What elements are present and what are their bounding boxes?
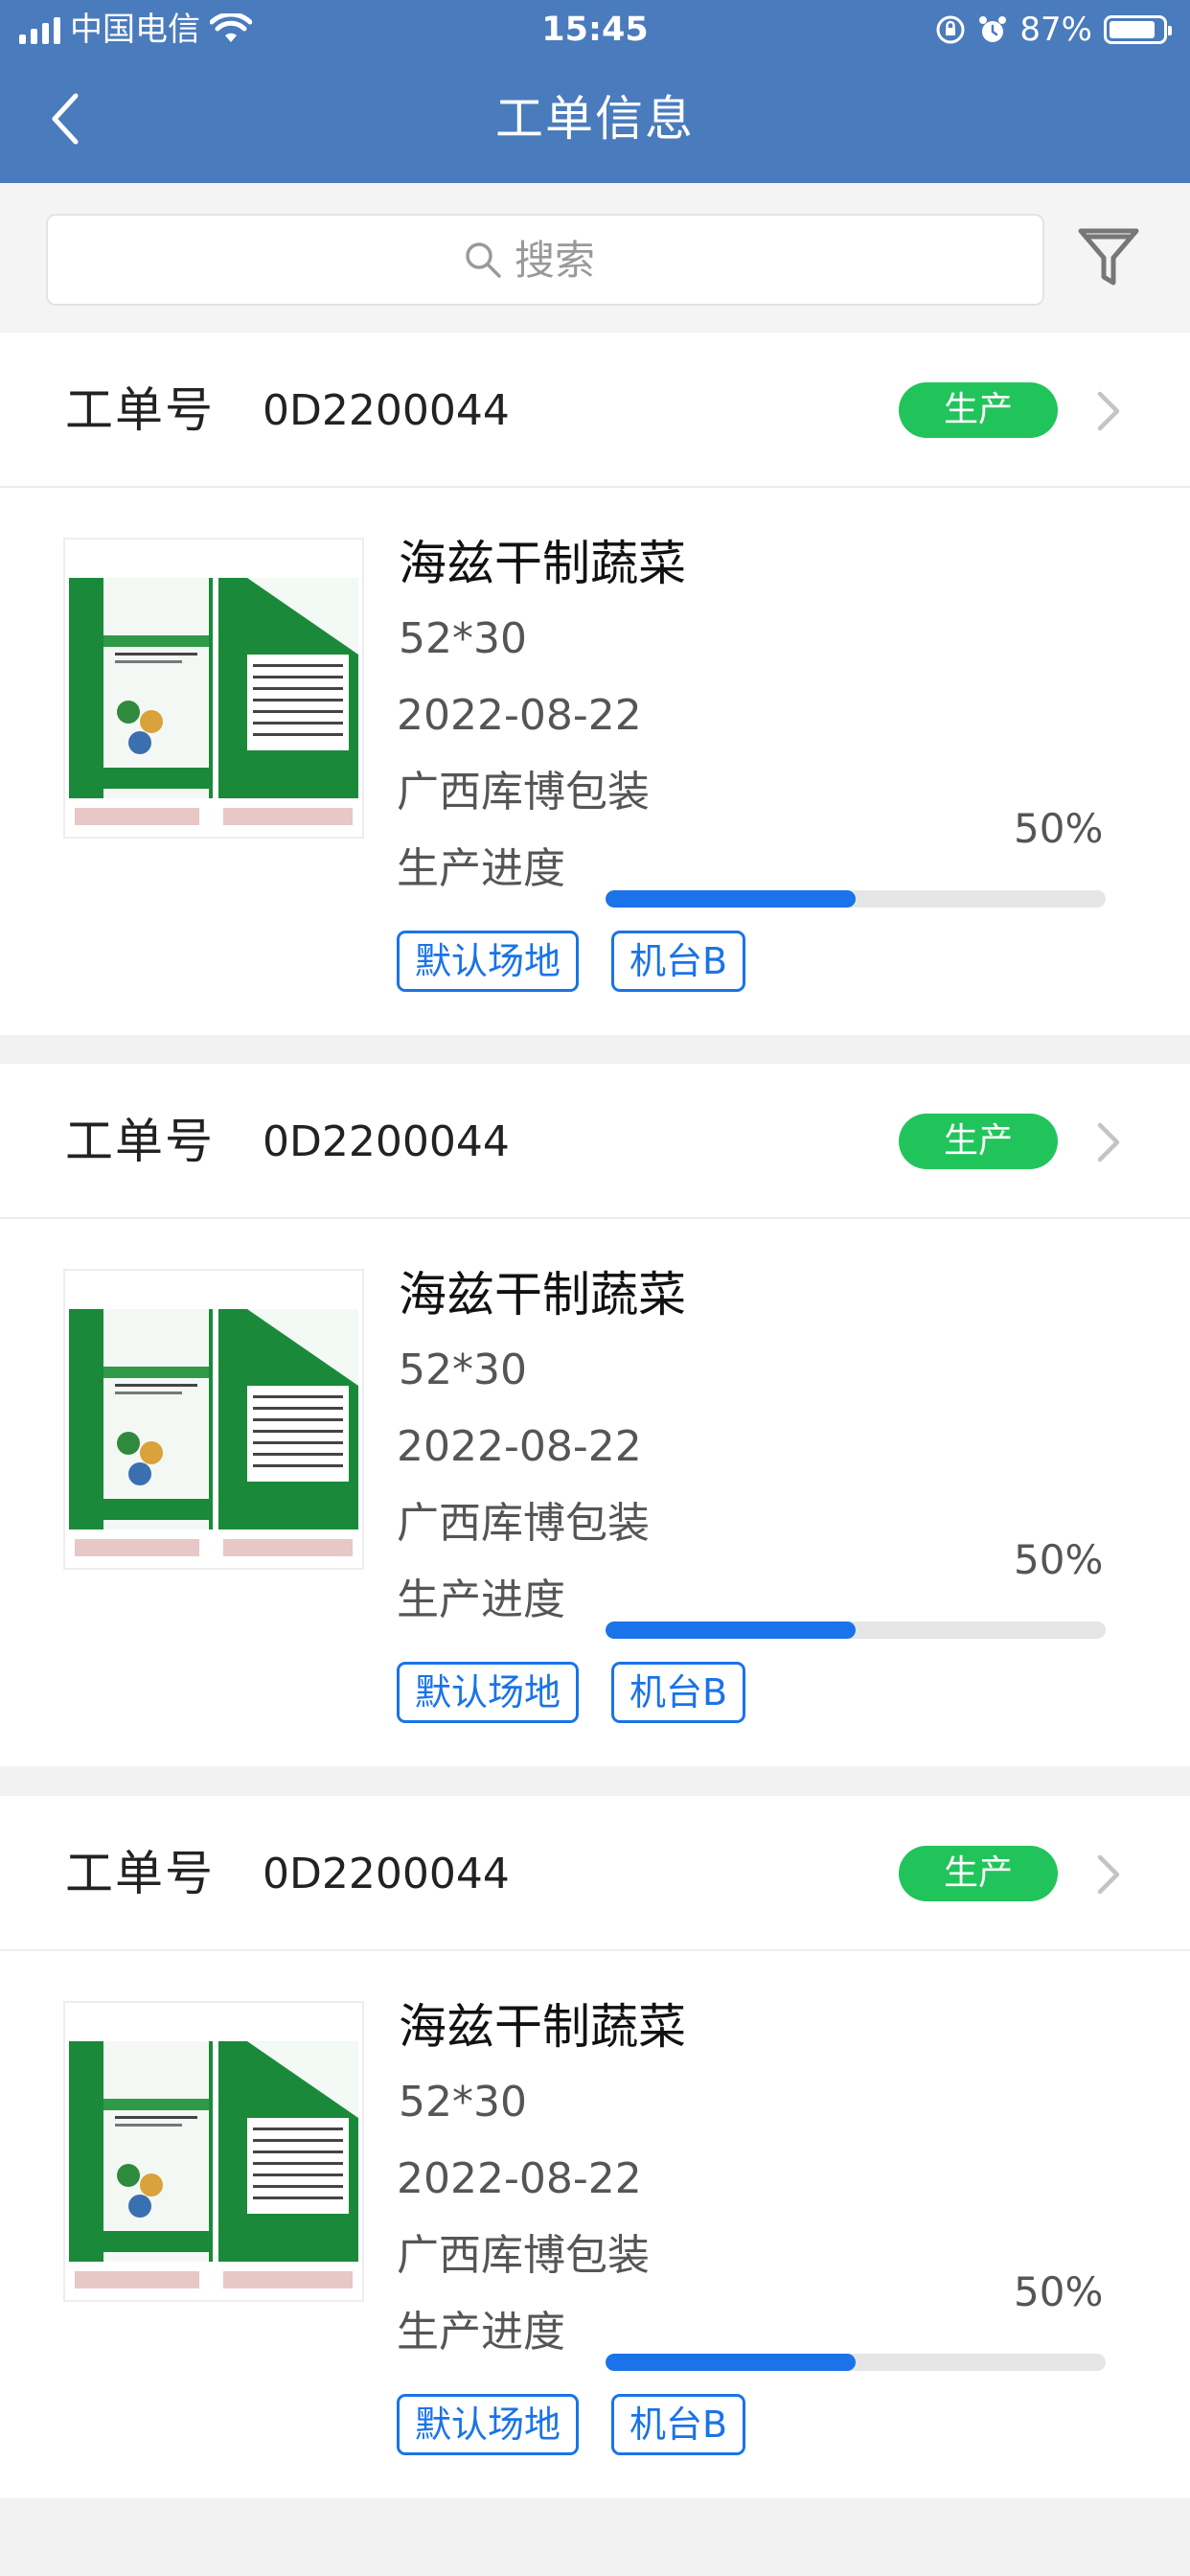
progress-bar-fill bbox=[606, 1622, 856, 1639]
tag-site[interactable]: 默认场地 bbox=[397, 1662, 580, 1723]
product-package-image bbox=[65, 2003, 362, 2300]
product-image[interactable] bbox=[63, 538, 364, 839]
battery-icon bbox=[1104, 15, 1172, 44]
product-name: 海兹干制蔬菜 bbox=[399, 536, 686, 591]
nav-bar: 工单信息 bbox=[0, 59, 1190, 183]
progress-bar bbox=[606, 890, 1106, 908]
tag-machine[interactable]: 机台B bbox=[611, 2394, 746, 2455]
order-card-header[interactable]: 工单号 0D2200044 生产 bbox=[0, 333, 1190, 488]
product-name: 海兹干制蔬菜 bbox=[399, 1999, 686, 2055]
product-name: 海兹干制蔬菜 bbox=[399, 1267, 686, 1322]
tag-site[interactable]: 默认场地 bbox=[397, 931, 580, 992]
chevron-right-icon[interactable] bbox=[1092, 1121, 1123, 1163]
order-number-label: 工单号 bbox=[65, 382, 215, 438]
search-box[interactable] bbox=[46, 214, 1044, 306]
rotation-lock-icon bbox=[936, 15, 965, 44]
status-right: 87% bbox=[935, 8, 1172, 52]
order-card-header[interactable]: 工单号 0D2200044 生产 bbox=[0, 1796, 1190, 1951]
progress-percent: 50% bbox=[1014, 1536, 1104, 1583]
order-date: 2022-08-22 bbox=[397, 691, 642, 740]
progress-label: 生产进度 bbox=[397, 2308, 565, 2357]
alarm-icon bbox=[979, 16, 1007, 42]
product-image[interactable] bbox=[63, 2001, 364, 2302]
progress-bar bbox=[606, 1622, 1106, 1639]
company-name: 广西库博包装 bbox=[397, 2231, 650, 2280]
order-number: 0D2200044 bbox=[263, 386, 510, 435]
search-bar bbox=[0, 183, 1190, 333]
filter-icon bbox=[1078, 228, 1139, 286]
order-number: 0D2200044 bbox=[263, 1117, 510, 1166]
battery-percent: 87% bbox=[1019, 11, 1092, 49]
order-card[interactable]: 工单号 0D2200044 生产 海兹干制蔬菜 52*30 2022-08-22… bbox=[0, 333, 1190, 1035]
filter-button[interactable] bbox=[1069, 218, 1148, 296]
order-card[interactable]: 工单号 0D2200044 生产 海兹干制蔬菜 52*30 2022-08-22… bbox=[0, 1064, 1190, 1766]
progress-label: 生产进度 bbox=[397, 1576, 565, 1624]
status-badge: 生产 bbox=[899, 1846, 1058, 1901]
progress-bar-fill bbox=[606, 890, 856, 908]
order-number-label: 工单号 bbox=[65, 1846, 215, 1901]
tag-machine[interactable]: 机台B bbox=[611, 931, 746, 992]
order-date: 2022-08-22 bbox=[397, 1422, 642, 1471]
company-name: 广西库博包装 bbox=[397, 768, 650, 816]
status-badge: 生产 bbox=[899, 382, 1058, 438]
progress-label: 生产进度 bbox=[397, 844, 565, 893]
chevron-right-icon[interactable] bbox=[1092, 390, 1123, 432]
page-title: 工单信息 bbox=[495, 91, 695, 147]
order-card[interactable]: 工单号 0D2200044 生产 海兹干制蔬菜 52*30 2022-08-22… bbox=[0, 1796, 1190, 2498]
product-spec: 52*30 bbox=[399, 2078, 527, 2127]
order-number: 0D2200044 bbox=[263, 1850, 510, 1898]
progress-bar-fill bbox=[606, 2354, 856, 2371]
status-bar: 中国电信 15:45 87% bbox=[0, 0, 1190, 59]
order-date: 2022-08-22 bbox=[397, 2154, 642, 2203]
order-card-header[interactable]: 工单号 0D2200044 生产 bbox=[0, 1064, 1190, 1219]
status-badge: 生产 bbox=[899, 1114, 1058, 1169]
progress-percent: 50% bbox=[1014, 2268, 1104, 2315]
product-package-image bbox=[65, 1271, 362, 1568]
app-header: 中国电信 15:45 87% 工单信息 bbox=[0, 0, 1190, 183]
product-package-image bbox=[65, 540, 362, 837]
search-input[interactable] bbox=[513, 235, 628, 285]
tag-site[interactable]: 默认场地 bbox=[397, 2394, 580, 2455]
progress-percent: 50% bbox=[1014, 805, 1104, 852]
chevron-right-icon[interactable] bbox=[1092, 1853, 1123, 1896]
order-number-label: 工单号 bbox=[65, 1114, 215, 1169]
product-image[interactable] bbox=[63, 1269, 364, 1570]
product-spec: 52*30 bbox=[399, 614, 527, 663]
progress-bar bbox=[606, 2354, 1106, 2371]
company-name: 广西库博包装 bbox=[397, 1499, 650, 1548]
tag-machine[interactable]: 机台B bbox=[611, 1662, 746, 1723]
search-icon bbox=[466, 242, 501, 278]
battery-level bbox=[1110, 21, 1155, 38]
product-spec: 52*30 bbox=[399, 1346, 527, 1394]
